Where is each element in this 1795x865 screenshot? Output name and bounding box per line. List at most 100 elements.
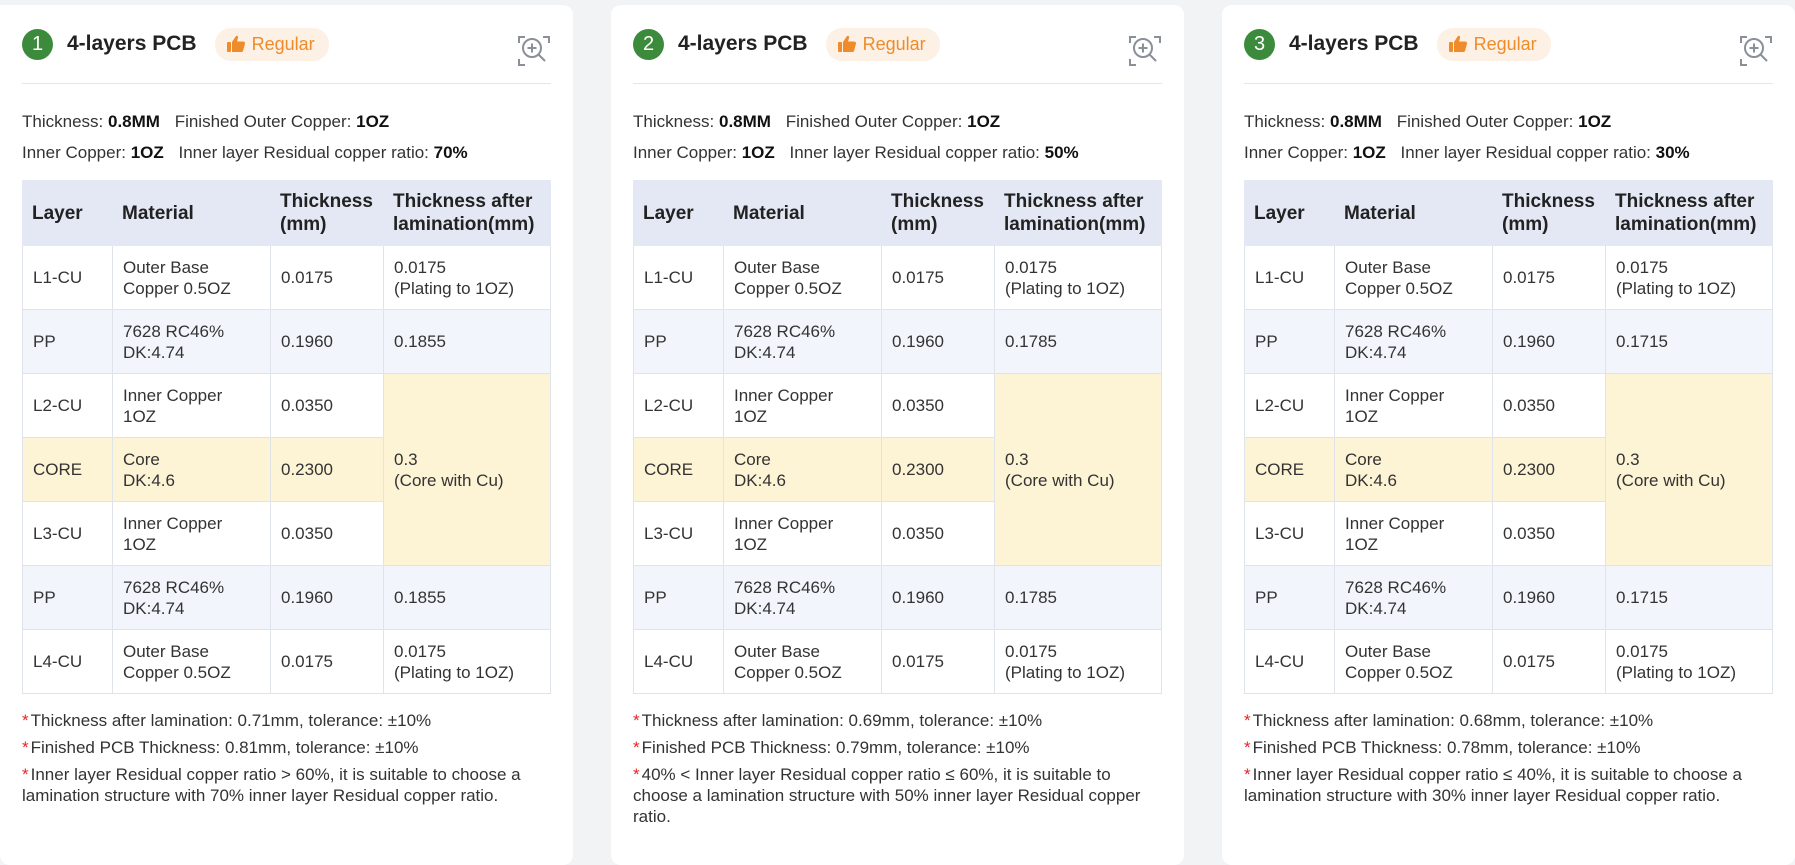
stackup-card: 3 4-layers PCB Regular Thickness: 0.8MM … (1222, 5, 1795, 865)
note-item: * Finished PCB Thickness: 0.81mm, toleran… (22, 737, 551, 758)
thickness-label: Thickness: (1244, 112, 1326, 131)
spec-summary: Thickness: 0.8MM Finished Outer Copper: … (22, 84, 551, 168)
zoom-in-icon[interactable] (517, 34, 551, 68)
residual-ratio-value: 70% (433, 143, 468, 162)
note-item: * Finished PCB Thickness: 0.79mm, toleran… (633, 737, 1162, 758)
thickness-cell: 0.0175 (1492, 245, 1606, 310)
stackup-table: Layer Material Thickness (mm) Thickness … (633, 180, 1162, 694)
note-text: Inner layer Residual copper ratio ≤ 40%,… (1244, 765, 1742, 805)
required-star: * (633, 738, 640, 757)
table-row: PP 7628 RC46% DK:4.74 0.1960 0.1855 (22, 309, 551, 374)
after-cell: 0.1785 (994, 565, 1162, 630)
stackup-table: Layer Material Thickness (mm) Thickness … (22, 180, 551, 694)
header-thickness-after: Thickness after lamination(mm) (994, 180, 1162, 246)
material-cell: 7628 RC46% DK:4.74 (112, 565, 271, 630)
layer-cell: PP (22, 309, 113, 374)
after-cell: 0.1855 (383, 309, 551, 374)
thickness-value: 0.8MM (107, 112, 160, 131)
thickness-value: 0.8MM (718, 112, 771, 131)
required-star: * (22, 765, 29, 784)
layer-cell: PP (633, 565, 724, 630)
thickness-cell: 0.1960 (270, 565, 384, 630)
after-cell: 0.0175 (Plating to 1OZ) (1605, 245, 1773, 310)
table-row: PP 7628 RC46% DK:4.74 0.1960 0.1785 (633, 309, 1162, 374)
material-cell: Inner Copper 1OZ (112, 501, 271, 566)
material-cell: 7628 RC46% DK:4.74 (723, 565, 882, 630)
thumbs-up-icon (1448, 35, 1468, 53)
required-star: * (1244, 738, 1251, 757)
inner-copper-label: Inner Copper: (22, 143, 126, 162)
thickness-cell: 0.1960 (881, 309, 995, 374)
material-cell: Core DK:4.6 (112, 437, 271, 502)
tag-label: Regular (862, 33, 926, 54)
tag-label: Regular (251, 33, 315, 54)
required-star: * (1244, 711, 1251, 730)
layer-cell: L4-CU (1244, 629, 1335, 694)
inner-copper-value: 1OZ (1352, 143, 1386, 162)
note-text: Thickness after lamination: 0.71mm, tole… (30, 711, 432, 730)
thickness-cell: 0.0350 (881, 501, 995, 566)
residual-ratio-label: Inner layer Residual copper ratio: (789, 143, 1040, 162)
thickness-cell: 0.0175 (270, 629, 384, 694)
note-text: Inner layer Residual copper ratio > 60%,… (22, 765, 521, 805)
table-row: PP 7628 RC46% DK:4.74 0.1960 0.1855 (22, 565, 551, 630)
outer-copper-label: Finished Outer Copper: (174, 112, 352, 131)
stackup-table: Layer Material Thickness (mm) Thickness … (1244, 180, 1773, 694)
thickness-cell: 0.2300 (881, 437, 995, 502)
after-cell: 0.1855 (383, 565, 551, 630)
note-item: * Thickness after lamination: 0.71mm, tol… (22, 710, 551, 731)
header-thickness: Thickness (mm) (881, 180, 995, 246)
card-header: 1 4-layers PCB Regular (22, 5, 551, 84)
card-title: 4-layers PCB (1289, 32, 1419, 55)
material-cell: Outer Base Copper 0.5OZ (112, 245, 271, 310)
material-cell: Outer Base Copper 0.5OZ (1334, 245, 1493, 310)
layer-cell: L4-CU (22, 629, 113, 694)
table-row: PP 7628 RC46% DK:4.74 0.1960 0.1785 (633, 565, 1162, 630)
note-item: * Inner layer Residual copper ratio > 60%… (22, 764, 551, 806)
regular-tag: Regular (825, 27, 940, 61)
card-header: 2 4-layers PCB Regular (633, 5, 1162, 84)
notes: * Thickness after lamination: 0.69mm, tol… (633, 710, 1162, 827)
inner-copper-label: Inner Copper: (1244, 143, 1348, 162)
stackup-card: 2 4-layers PCB Regular Thickness: 0.8MM … (611, 5, 1184, 865)
material-cell: 7628 RC46% DK:4.74 (112, 309, 271, 374)
table-header-row: Layer Material Thickness (mm) Thickness … (633, 180, 1162, 246)
core-after-cell: 0.3 (Core with Cu) (1605, 373, 1773, 566)
table-row: L1-CU Outer Base Copper 0.5OZ 0.0175 0.0… (1244, 245, 1773, 310)
thickness-cell: 0.2300 (270, 437, 384, 502)
thickness-cell: 0.1960 (881, 565, 995, 630)
thickness-cell: 0.1960 (1492, 309, 1606, 374)
after-cell: 0.0175 (Plating to 1OZ) (994, 245, 1162, 310)
notes: * Thickness after lamination: 0.68mm, tol… (1244, 710, 1773, 806)
zoom-in-icon[interactable] (1739, 34, 1773, 68)
inner-copper-label: Inner Copper: (633, 143, 737, 162)
card-header: 3 4-layers PCB Regular (1244, 5, 1773, 84)
header-material: Material (1334, 180, 1493, 246)
header-layer: Layer (633, 180, 724, 246)
thickness-cell: 0.0175 (270, 245, 384, 310)
material-cell: Outer Base Copper 0.5OZ (723, 629, 882, 694)
inner-copper-value: 1OZ (130, 143, 164, 162)
zoom-in-icon[interactable] (1128, 34, 1162, 68)
material-cell: Core DK:4.6 (723, 437, 882, 502)
outer-copper-value: 1OZ (967, 112, 1001, 131)
thickness-cell: 0.0350 (270, 373, 384, 438)
material-cell: Outer Base Copper 0.5OZ (723, 245, 882, 310)
layer-cell: L4-CU (633, 629, 724, 694)
header-layer: Layer (1244, 180, 1335, 246)
outer-copper-label: Finished Outer Copper: (1396, 112, 1574, 131)
inner-copper-value: 1OZ (741, 143, 775, 162)
layer-cell: L3-CU (1244, 501, 1335, 566)
card-number-badge: 2 (633, 28, 664, 60)
layer-cell: L2-CU (22, 373, 113, 438)
header-thickness-after: Thickness after lamination(mm) (1605, 180, 1773, 246)
spec-summary: Thickness: 0.8MM Finished Outer Copper: … (633, 84, 1162, 168)
after-cell: 0.0175 (Plating to 1OZ) (383, 629, 551, 694)
note-item: * Inner layer Residual copper ratio ≤ 40%… (1244, 764, 1773, 806)
note-text: Finished PCB Thickness: 0.78mm, toleranc… (1252, 738, 1641, 757)
material-cell: Inner Copper 1OZ (112, 373, 271, 438)
residual-ratio-label: Inner layer Residual copper ratio: (178, 143, 429, 162)
layer-cell: PP (633, 309, 724, 374)
material-cell: Inner Copper 1OZ (1334, 501, 1493, 566)
layer-cell: L3-CU (633, 501, 724, 566)
